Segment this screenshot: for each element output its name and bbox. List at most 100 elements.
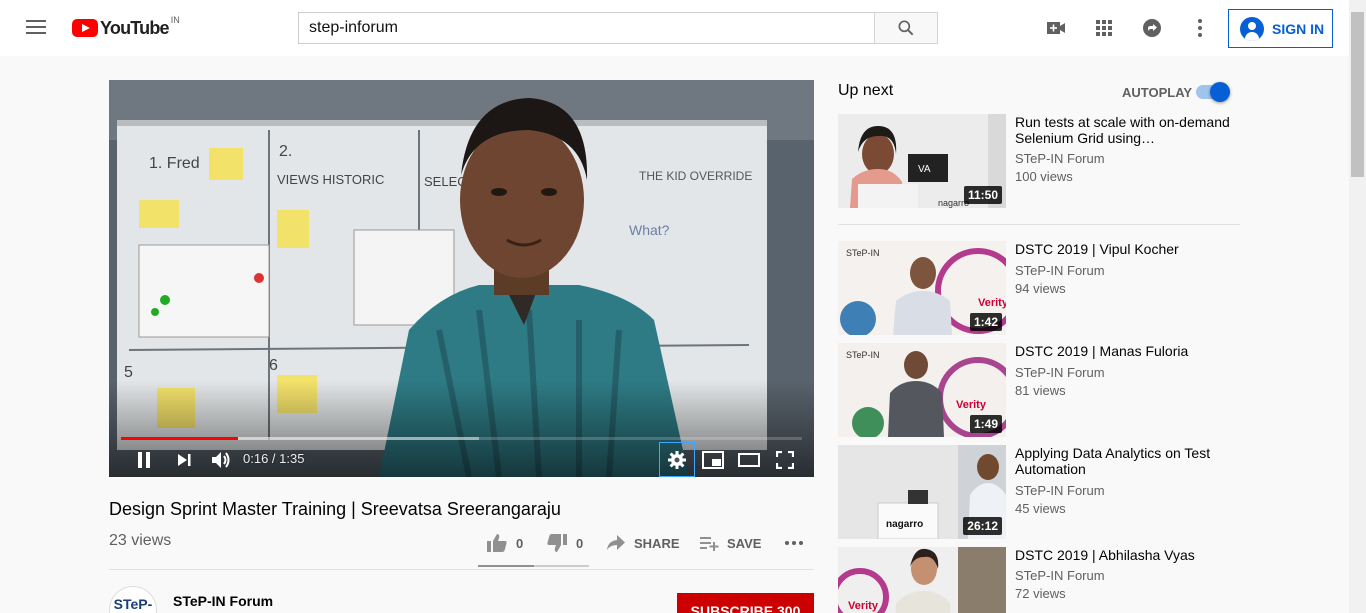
svg-text:nagarro: nagarro [886,519,923,530]
apps-button[interactable] [1092,16,1116,45]
recommended-video[interactable]: STeP-IN Verity 1:42 DSTC 2019 | Vipul Ko… [838,241,1240,335]
share-button[interactable]: SHARE [606,533,680,553]
pause-icon [138,451,150,468]
thumbs-up-icon [487,534,507,552]
subscriber-count: 300 [777,603,801,613]
save-button[interactable]: SAVE [699,533,761,553]
info-divider [109,569,814,570]
recommended-video[interactable]: nagarro 26:12 Applying Data Analytics on… [838,445,1240,539]
recommended-video[interactable]: STeP-IN Verity 1:49 DSTC 2019 | Manas Fu… [838,343,1240,437]
dislike-button[interactable]: 0 [546,533,583,553]
svg-text:STeP-IN: STeP-IN [846,248,880,258]
svg-text:6: 6 [269,357,278,374]
country-code: IN [170,15,180,25]
recommended-title: Run tests at scale with on-demand Seleni… [1015,114,1230,146]
svg-text:VA: VA [918,164,931,175]
search-input[interactable] [298,12,874,44]
search-box [298,12,938,44]
duration-badge: 1:42 [969,313,1002,331]
chat-share-icon [1143,19,1161,37]
recommended-views: 81 views [1015,383,1066,398]
create-video-button[interactable] [1044,16,1068,45]
playlist-add-icon [700,537,719,551]
channel-avatar[interactable]: STeP-IN [109,586,157,613]
more-horiz-icon [785,541,803,545]
scrollbar-thumb[interactable] [1351,12,1364,177]
save-label: SAVE [727,535,762,551]
time-current: 0:16 [243,451,269,466]
recommended-channel: STeP-IN Forum [1015,365,1105,380]
menu-icon[interactable] [24,16,48,40]
pause-button[interactable] [129,442,159,477]
video-camera-plus-icon [1047,22,1065,34]
recommended-views: 72 views [1015,586,1066,601]
video-thumbnail: STeP-IN Verity 1:49 [838,343,1006,437]
share-arrow-icon [607,535,625,550]
search-button[interactable] [874,12,938,44]
recommended-channel: STeP-IN Forum [1015,151,1105,166]
subscribe-label: SUBSCRIBE [690,603,774,613]
channel-avatar-text: STeP-IN [113,596,153,613]
recommended-views: 100 views [1015,169,1073,184]
video-title: Design Sprint Master Training | Sreevats… [109,499,561,519]
recommended-title: DSTC 2019 | Manas Fuloria [1015,343,1189,359]
recommended-views: 45 views [1015,501,1066,516]
subscribe-button[interactable]: SUBSCRIBE 300 [677,593,814,613]
miniplayer-button[interactable] [697,442,729,477]
sentiment-bar [478,565,589,567]
svg-text:2.: 2. [279,143,292,160]
recommended-video[interactable]: Verity DSTC 2019 | Abhilasha Vyas STeP-I… [838,547,1240,613]
video-thumbnail: nagarro 26:12 [838,445,1006,539]
next-button[interactable] [169,442,199,477]
channel-name[interactable]: STeP-IN Forum [173,593,273,609]
sign-in-label: SIGN IN [1272,20,1325,37]
logo-text: YouTube [100,17,170,38]
skip-next-icon [178,453,191,466]
gear-icon [668,450,686,469]
recommended-channel: STeP-IN Forum [1015,263,1105,278]
theater-icon [738,452,760,467]
time-separator: / [268,451,280,466]
page-scrollbar[interactable] [1349,0,1366,613]
player-controls: 0:16 / 1:35 [109,442,814,477]
video-thumbnail: STeP-IN Verity 1:42 [838,241,1006,335]
svg-text:THE KID OVERRIDE: THE KID OVERRIDE [639,169,752,183]
fullscreen-button[interactable] [769,442,801,477]
progress-bar[interactable] [121,437,802,440]
recommendation-divider [838,224,1240,225]
share-label: SHARE [634,535,680,551]
sign-in-button[interactable]: SIGN IN [1228,9,1333,48]
theater-mode-button[interactable] [733,442,765,477]
recommended-channel: STeP-IN Forum [1015,568,1105,583]
more-vert-icon [1198,19,1202,37]
messages-button[interactable] [1140,16,1164,45]
svg-text:1. Fred: 1. Fred [149,155,200,172]
autoplay-toggle[interactable] [1196,82,1232,102]
time-display: 0:16 / 1:35 [243,451,304,466]
miniplayer-icon [702,450,724,469]
youtube-logo[interactable]: YouTube IN [72,15,180,39]
time-total: 1:35 [279,451,305,466]
settings-more-button[interactable] [1188,16,1212,45]
masthead: YouTube IN SIGN IN [0,0,1349,56]
video-frame: 1. Fred 2. VIEWS HISTORIC SELEC THE KID … [109,80,814,477]
svg-text:5: 5 [124,364,133,381]
progress-played [121,437,239,440]
apps-grid-icon [1096,20,1112,36]
svg-text:SELEC: SELEC [424,174,467,189]
up-next-heading: Up next [838,82,894,99]
video-player[interactable]: 1. Fred 2. VIEWS HISTORIC SELEC THE KID … [109,80,814,477]
more-actions-button[interactable] [783,533,805,553]
svg-text:Verity: Verity [848,600,879,612]
settings-button[interactable] [659,442,695,477]
like-button[interactable]: 0 [486,533,523,553]
search-icon [898,20,914,36]
svg-text:What?: What? [629,222,670,238]
autoplay-label: AUTOPLAY [1122,85,1193,100]
svg-text:Verity: Verity [956,399,987,411]
fullscreen-icon [776,450,794,469]
mute-button[interactable] [206,442,236,477]
thumbs-down-icon [547,534,567,552]
view-count: 23 views [109,532,172,549]
recommended-video[interactable]: VA nagarro 11:50 Run tests at scale with… [838,114,1240,208]
